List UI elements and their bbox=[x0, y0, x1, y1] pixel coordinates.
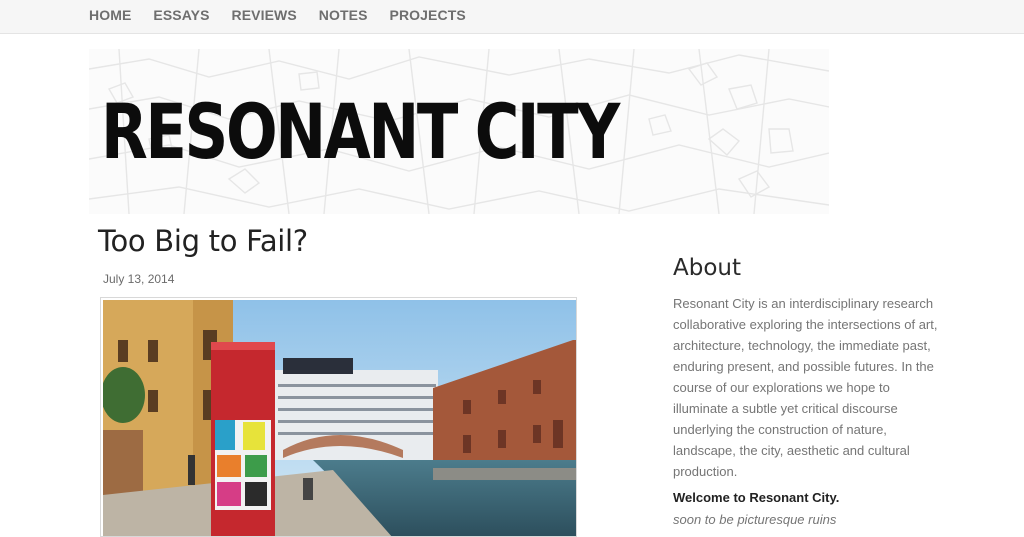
nav-item-projects[interactable]: PROJECTS bbox=[390, 0, 466, 31]
post-title[interactable]: Too Big to Fail? bbox=[98, 224, 308, 258]
post-featured-image[interactable] bbox=[100, 297, 577, 537]
nav-item-reviews[interactable]: REVIEWS bbox=[232, 0, 297, 31]
nav-menu: HOME ESSAYS REVIEWS NOTES PROJECTS bbox=[89, 0, 488, 31]
site-title[interactable]: RESONANT CITY bbox=[101, 87, 620, 177]
about-heading: About bbox=[673, 255, 742, 281]
post-date[interactable]: July 13, 2014 bbox=[103, 272, 174, 286]
nav-item-notes[interactable]: NOTES bbox=[319, 0, 368, 31]
site-banner[interactable]: RESONANT CITY bbox=[89, 49, 829, 214]
top-navigation: HOME ESSAYS REVIEWS NOTES PROJECTS bbox=[0, 0, 1024, 34]
nav-item-essays[interactable]: ESSAYS bbox=[153, 0, 209, 31]
nav-item-home[interactable]: HOME bbox=[89, 0, 131, 31]
about-description: Resonant City is an interdisciplinary re… bbox=[673, 296, 938, 479]
tagline: soon to be picturesque ruins bbox=[673, 512, 837, 527]
canal-photo bbox=[103, 300, 576, 536]
welcome-text: Welcome to Resonant City. bbox=[673, 490, 840, 505]
